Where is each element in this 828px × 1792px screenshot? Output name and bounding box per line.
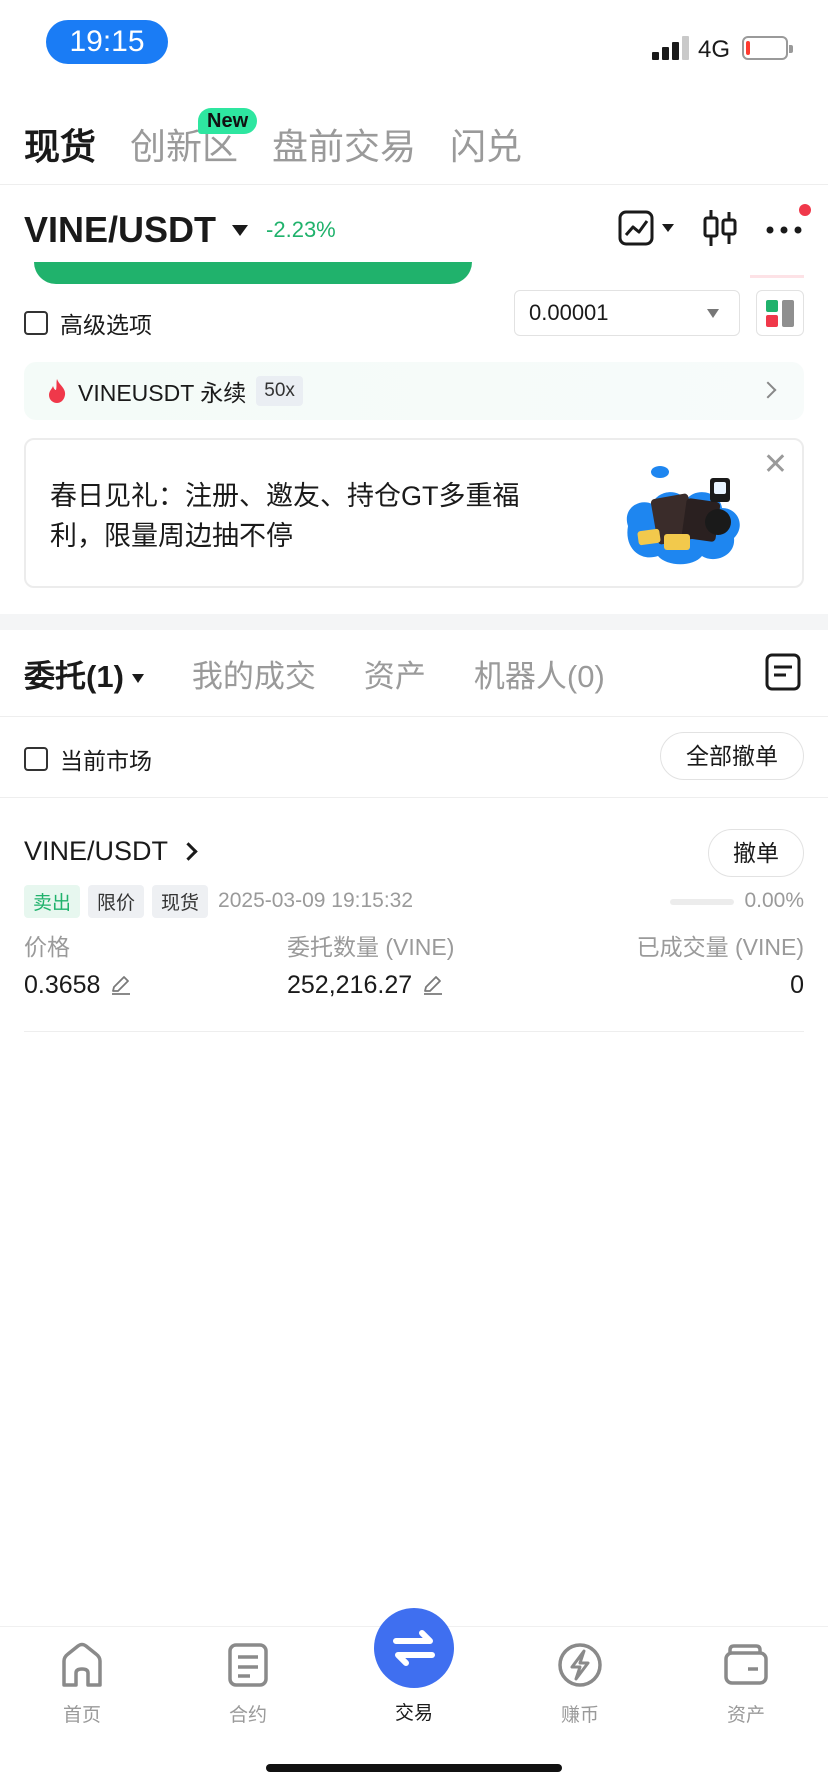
orderbook-layout-button[interactable] [756,290,804,336]
filled-label: 已成交量 (VINE) [636,934,804,960]
new-badge: New [198,108,258,134]
caret-down-icon [131,673,144,683]
battery-icon [742,36,793,60]
checkbox[interactable] [24,311,48,335]
chevron-right-icon [179,842,198,861]
promo-illustration [626,466,740,565]
market-type-tabs: 现货 创新区 New 盘前交易 闪兑 [24,108,556,172]
perpetual-label: VINEUSDT 永续 [78,380,247,406]
side-tag: 卖出 [24,884,81,918]
nav-contract-label: 合约 [228,1705,267,1726]
home-icon [62,1642,102,1687]
nav-home[interactable]: 首页 [32,1641,132,1727]
contract-icon [228,1643,268,1687]
cancel-all-button[interactable]: 全部撤单 [660,732,804,780]
price-value-row: 0.3658 [24,970,132,1000]
order-pair-link[interactable]: VINE/USDT [24,836,198,867]
chart-line-icon[interactable] [618,208,676,253]
network-label: 4G [698,36,731,63]
home-indicator [266,1764,562,1772]
earn-icon [558,1643,602,1687]
signal-icon [652,36,690,60]
promo-card[interactable]: 春日见礼：注册、邀友、持仓GT多重福利，限量周边抽不停 ✕ [24,438,804,588]
nav-contract[interactable]: 合约 [198,1641,298,1727]
caret-down-icon [232,224,249,236]
fill-progress-text: 0.00% [744,889,804,912]
order-history-icon[interactable] [764,652,802,697]
precision-select[interactable]: 0.00001 [514,290,740,336]
market-tag: 现货 [152,884,209,918]
pair-selector[interactable]: VINE/USDT -2.23% [24,205,336,255]
pair-change: -2.23% [266,217,336,242]
tab-swap[interactable]: 闪兑 [450,122,522,172]
tab-my-trades[interactable]: 我的成交 [192,651,316,696]
tab-open-orders[interactable]: 委托(1) [24,651,144,696]
divider [0,716,828,717]
fire-icon [49,379,66,403]
perpetual-banner[interactable]: VINEUSDT 永续 50x [24,362,804,420]
divider [0,797,828,798]
promo-text: 春日见礼：注册、邀友、持仓GT多重福利，限量周边抽不停 [50,481,520,551]
section-divider [0,614,828,630]
order-time: 2025-03-09 19:15:32 [218,889,414,912]
nav-earn-label: 赚币 [560,1705,599,1726]
wallet-icon [724,1644,768,1685]
pair-name: VINE/USDT [24,209,217,250]
current-market-label: 当前市场 [60,748,152,774]
filled-value-row: 0 [790,970,804,1000]
cancel-order-button[interactable]: 撤单 [708,829,804,877]
nav-trade-label: 交易 [394,1703,433,1724]
order-tags: 卖出 限价 现货 2025-03-09 19:15:32 [24,884,414,918]
tab-premarket[interactable]: 盘前交易 [272,122,416,172]
price-label: 价格 [24,934,70,960]
amount-value: 252,216.27 [287,971,413,999]
divider [0,184,828,185]
status-bar: 19:15 4G [0,0,828,80]
nav-trade-button[interactable] [374,1608,454,1688]
edit-icon[interactable] [422,974,444,996]
nav-earn[interactable]: 赚币 [530,1641,630,1727]
status-time: 19:15 [46,20,168,64]
advanced-options-toggle[interactable]: 高级选项 [24,306,152,340]
advanced-options-label: 高级选项 [60,312,152,338]
more-icon[interactable] [764,208,804,253]
tab-assets[interactable]: 资产 [364,651,426,696]
nav-home-label: 首页 [62,1705,101,1726]
price-value: 0.3658 [24,971,101,999]
tab-innovation[interactable]: 创新区 New [130,108,258,172]
tab-spot[interactable]: 现货 [24,122,96,172]
checkbox[interactable] [24,747,48,771]
trade-icon [393,1630,435,1666]
amount-label: 委托数量 (VINE) [287,934,455,960]
divider [750,275,804,278]
sell-button-edge[interactable] [34,262,472,284]
filled-value: 0 [790,971,804,999]
caret-down-icon [707,309,719,318]
tab-open-orders-label: 委托(1) [24,658,124,694]
leverage-badge: 50x [256,376,303,406]
order-pair-name: VINE/USDT [24,836,169,866]
current-market-toggle[interactable]: 当前市场 [24,742,152,776]
divider [24,1031,804,1032]
chevron-right-icon [759,381,777,399]
nav-assets[interactable]: 资产 [696,1641,796,1727]
order-type-tag: 限价 [88,884,145,918]
candlestick-icon[interactable] [702,208,738,253]
close-icon[interactable]: ✕ [763,450,788,480]
fill-progress-bar [670,899,734,905]
precision-value: 0.00001 [529,300,609,325]
amount-value-row: 252,216.27 [287,970,444,1000]
tab-bots[interactable]: 机器人(0) [474,651,605,696]
nav-assets-label: 资产 [726,1705,765,1726]
notification-dot [799,204,811,216]
order-tabs: 委托(1) 我的成交 资产 机器人(0) [24,650,653,696]
edit-icon[interactable] [110,974,132,996]
